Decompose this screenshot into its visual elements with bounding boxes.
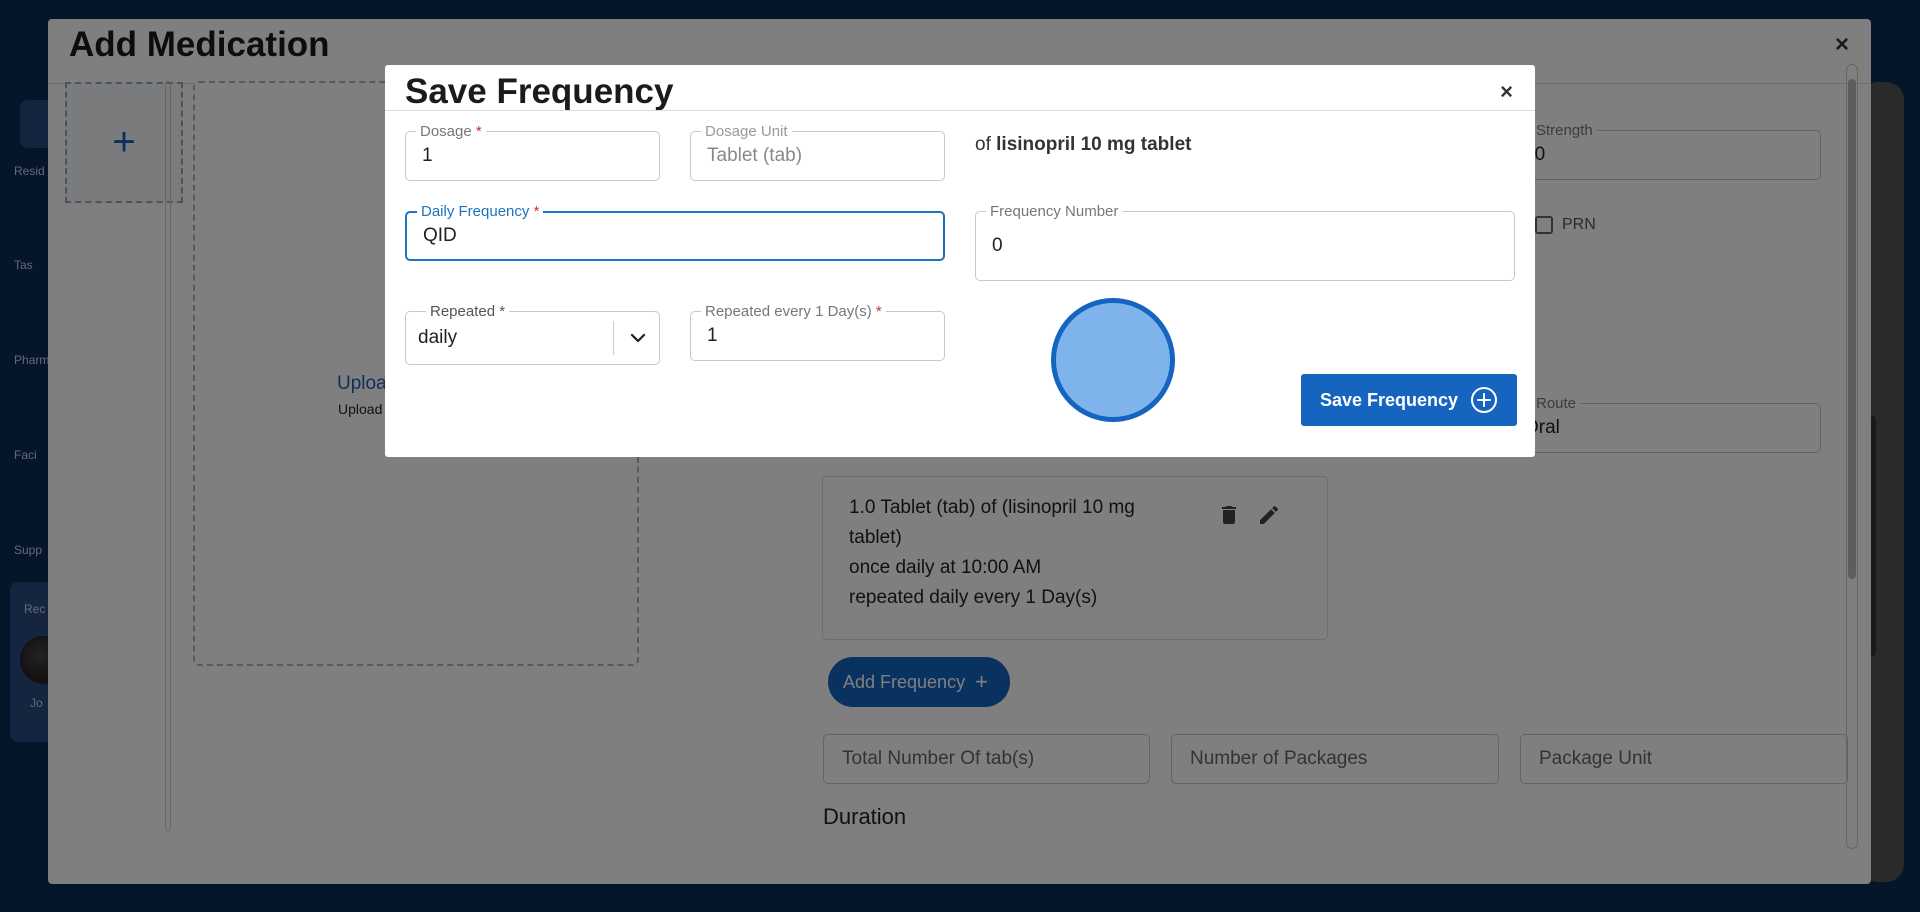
field-label: Daily Frequency *	[417, 203, 544, 220]
frequency-number-field[interactable]: Frequency Number 0	[975, 203, 1515, 281]
field-value: daily	[418, 327, 458, 348]
field-label: Frequency Number	[986, 203, 1123, 220]
daily-frequency-field[interactable]: Daily Frequency * QID	[405, 203, 945, 261]
divider	[385, 110, 1535, 111]
medication-reference: of lisinopril 10 mg tablet	[975, 134, 1192, 155]
save-frequency-modal: Save Frequency × Dosage * 1 Dosage Unit …	[385, 65, 1535, 457]
divider	[613, 321, 614, 355]
modal-title: Save Frequency	[405, 72, 674, 111]
field-value: 1	[707, 325, 718, 346]
repeated-every-field[interactable]: Repeated every 1 Day(s) * 1	[690, 303, 945, 361]
save-frequency-label: Save Frequency	[1319, 389, 1459, 410]
add-circle-icon	[1471, 387, 1498, 413]
loading-spinner	[1051, 298, 1175, 422]
repeated-select[interactable]: Repeated * daily	[405, 303, 660, 365]
field-label: Dosage *	[416, 123, 486, 140]
field-label: Dosage Unit	[701, 123, 792, 140]
field-value: QID	[423, 225, 457, 246]
field-value: 1	[422, 145, 433, 166]
close-icon[interactable]: ×	[1500, 79, 1513, 105]
field-label: Repeated *	[426, 303, 510, 320]
chevron-down-icon[interactable]	[622, 322, 654, 354]
dosage-field[interactable]: Dosage * 1	[405, 123, 660, 181]
field-label: Repeated every 1 Day(s) *	[701, 303, 886, 320]
save-frequency-button[interactable]: Save Frequency	[1301, 374, 1517, 426]
dosage-unit-field: Dosage Unit Tablet (tab)	[690, 123, 945, 181]
field-value: 0	[992, 235, 1003, 256]
field-value: Tablet (tab)	[707, 145, 803, 166]
